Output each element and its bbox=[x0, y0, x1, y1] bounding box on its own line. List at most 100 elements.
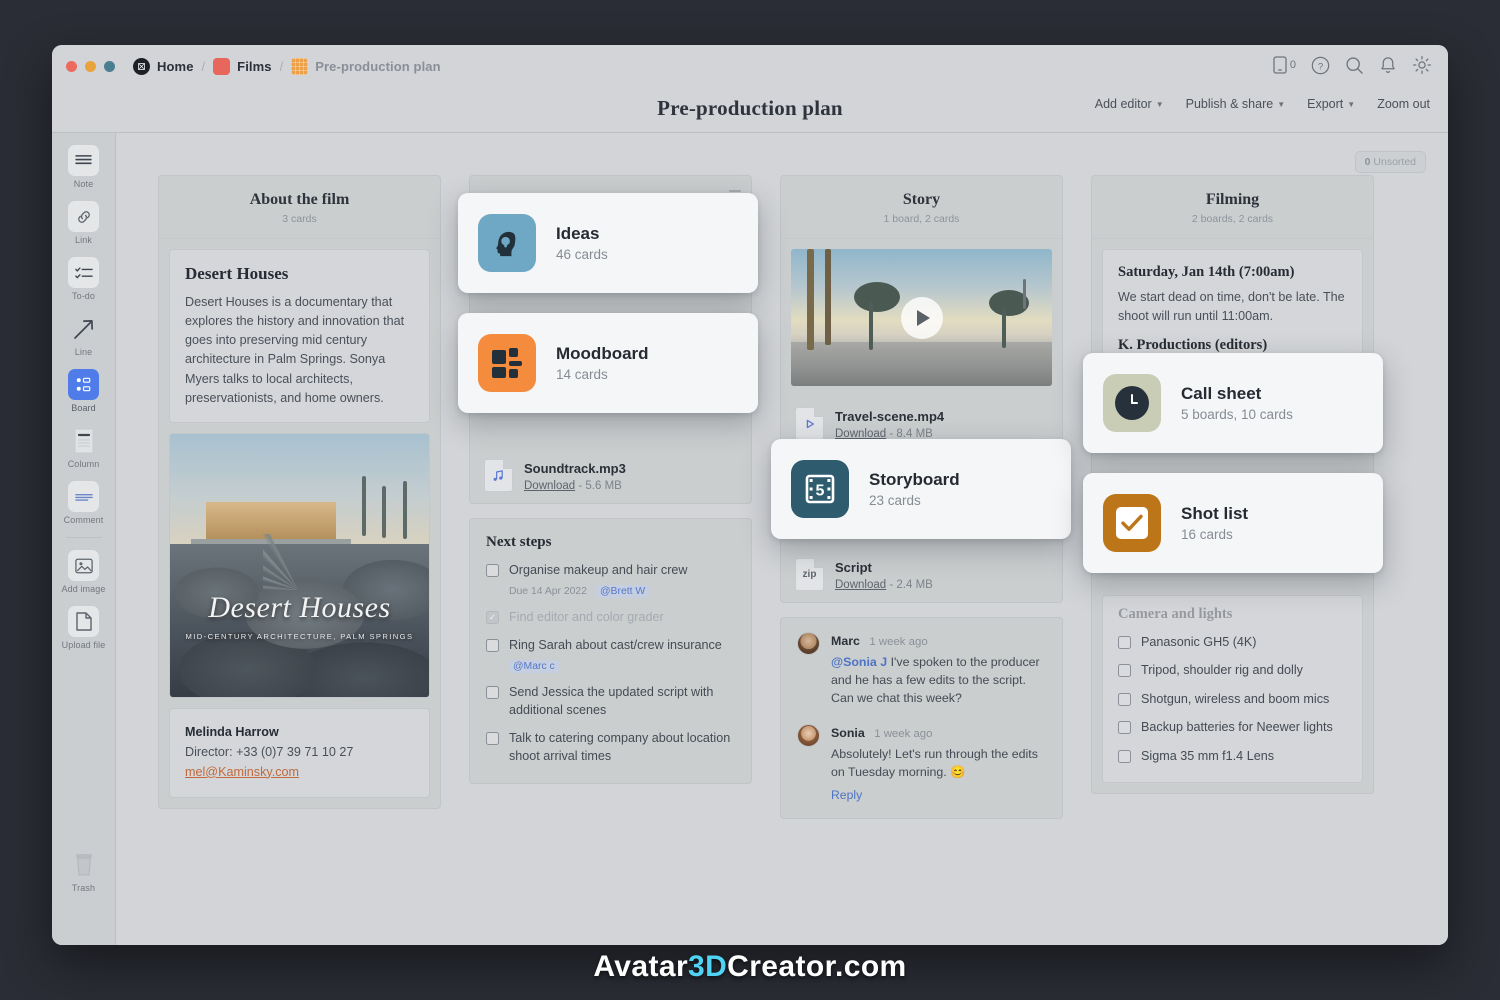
gear-icon[interactable] bbox=[1412, 55, 1432, 75]
avatar bbox=[797, 724, 820, 747]
column-header[interactable]: Filming 2 boards, 2 cards bbox=[1091, 175, 1374, 238]
film-strip-5-icon: 5 bbox=[791, 460, 849, 518]
publish-share-button[interactable]: Publish & share ▼ bbox=[1186, 97, 1285, 111]
tool-link[interactable]: Link bbox=[52, 201, 115, 245]
todo-card-next-steps[interactable]: Next steps Organise makeup and hair crew… bbox=[469, 518, 752, 784]
todo-item[interactable]: Ring Sarah about cast/crew insurance @Ma… bbox=[486, 637, 735, 673]
column-title: Filming bbox=[1102, 191, 1363, 209]
checkbox-unchecked-icon[interactable] bbox=[1118, 636, 1131, 649]
zoom-out-button[interactable]: Zoom out bbox=[1377, 97, 1430, 111]
note-card-desert-houses[interactable]: Desert Houses Desert Houses is a documen… bbox=[169, 249, 430, 423]
export-button[interactable]: Export ▼ bbox=[1307, 97, 1355, 111]
checkbox-unchecked-icon[interactable] bbox=[486, 732, 499, 745]
comment-item[interactable]: Marc 1 week ago @Sonia J I've spoken to … bbox=[797, 632, 1046, 708]
play-button[interactable] bbox=[901, 297, 943, 339]
reply-link[interactable]: Reply bbox=[831, 788, 1046, 802]
unsorted-badge[interactable]: 0 Unsorted bbox=[1355, 151, 1426, 173]
file-card-soundtrack[interactable]: Soundtrack.mp3 Download - 5.6 MB bbox=[470, 448, 751, 503]
checkbox-unchecked-icon[interactable] bbox=[1118, 750, 1131, 763]
breadcrumb-item-plan[interactable]: Pre-production plan bbox=[291, 58, 440, 75]
films-swatch-icon bbox=[213, 58, 230, 75]
video-road bbox=[791, 342, 1052, 386]
todo-text: Send Jessica the updated script with add… bbox=[509, 684, 735, 719]
board-card-shot-list[interactable]: Shot list 16 cards bbox=[1083, 473, 1383, 573]
poster-image-card[interactable]: Desert Houses MID-CENTURY ARCHITECTURE, … bbox=[169, 433, 430, 698]
todo-card-equipment[interactable]: Camera and lights Panasonic GH5 (4K) Tri… bbox=[1102, 595, 1363, 783]
titlebar-icon-group: 0 ? bbox=[1273, 55, 1432, 75]
plan-swatch-icon bbox=[291, 58, 308, 75]
todo-mention[interactable]: @Marc c bbox=[509, 660, 559, 673]
search-icon[interactable] bbox=[1345, 56, 1364, 75]
checkbox-unchecked-icon[interactable] bbox=[486, 564, 499, 577]
poster-palm-trunk bbox=[362, 476, 366, 536]
contact-email-link[interactable]: mel@Kaminsky.com bbox=[185, 763, 414, 783]
todo-item[interactable]: ✓ Find editor and color grader bbox=[486, 609, 735, 627]
todo-text: Find editor and color grader bbox=[509, 609, 664, 627]
checkbox-unchecked-icon[interactable] bbox=[486, 686, 499, 699]
contact-name: Melinda Harrow bbox=[185, 723, 414, 743]
export-label: Export bbox=[1307, 97, 1343, 111]
todo-item[interactable]: Panasonic GH5 (4K) bbox=[1118, 634, 1347, 652]
checkbox-icon bbox=[1103, 494, 1161, 552]
checkbox-unchecked-icon[interactable] bbox=[1118, 721, 1131, 734]
mobile-icon[interactable]: 0 bbox=[1273, 56, 1296, 74]
header-actions: Add editor ▼ Publish & share ▼ Export ▼ … bbox=[1095, 97, 1430, 111]
tool-board[interactable]: Board bbox=[52, 369, 115, 413]
comment-mention[interactable]: @Sonia J bbox=[831, 655, 887, 669]
checkbox-unchecked-icon[interactable] bbox=[486, 639, 499, 652]
poster-script-title: Desert Houses bbox=[170, 591, 429, 625]
checkbox-unchecked-icon[interactable] bbox=[1118, 664, 1131, 677]
comment-item[interactable]: Sonia 1 week ago Absolutely! Let's run t… bbox=[797, 724, 1046, 802]
add-editor-button[interactable]: Add editor ▼ bbox=[1095, 97, 1164, 111]
checkbox-unchecked-icon[interactable] bbox=[1118, 693, 1131, 706]
column-about-the-film[interactable]: About the film 3 cards Desert Houses Des… bbox=[158, 175, 441, 819]
download-link[interactable]: Download bbox=[835, 428, 886, 440]
comment-time: 1 week ago bbox=[874, 728, 932, 740]
board-card-ideas[interactable]: Ideas 46 cards bbox=[458, 193, 758, 293]
note-icon bbox=[68, 145, 99, 176]
tool-note[interactable]: Note bbox=[52, 145, 115, 189]
download-link[interactable]: Download bbox=[835, 579, 886, 591]
tool-line[interactable]: Line bbox=[52, 313, 115, 357]
column-header[interactable]: Story 1 board, 2 cards bbox=[780, 175, 1063, 238]
checkbox-checked-icon[interactable]: ✓ bbox=[486, 611, 499, 624]
file-card-script[interactable]: zip Script Download - 2.4 MB bbox=[781, 547, 1062, 602]
breadcrumb-item-home[interactable]: Home bbox=[133, 58, 194, 75]
tool-upload-file[interactable]: Upload file bbox=[52, 606, 115, 650]
close-window-button[interactable] bbox=[66, 61, 77, 72]
todo-item[interactable]: Talk to catering company about location … bbox=[486, 730, 735, 765]
bell-icon[interactable] bbox=[1379, 56, 1397, 75]
help-icon[interactable]: ? bbox=[1311, 56, 1330, 75]
file-name: Soundtrack.mp3 bbox=[524, 461, 626, 476]
todo-mention[interactable]: @Brett W bbox=[596, 585, 649, 598]
todo-text: Organise makeup and hair crew bbox=[509, 562, 688, 580]
watermark-part3: Creator.com bbox=[727, 950, 906, 983]
tool-add-image[interactable]: Add image bbox=[52, 550, 115, 594]
maximize-window-button[interactable] bbox=[104, 61, 115, 72]
todo-item[interactable]: Shotgun, wireless and boom mics bbox=[1118, 691, 1347, 709]
download-link[interactable]: Download bbox=[524, 480, 575, 492]
board-canvas[interactable]: 0 Unsorted About the film 3 cards Desert… bbox=[116, 133, 1448, 945]
board-card-moodboard[interactable]: Moodboard 14 cards bbox=[458, 313, 758, 413]
tool-column[interactable]: Column bbox=[52, 425, 115, 469]
todo-item[interactable]: Backup batteries for Neewer lights bbox=[1118, 719, 1347, 737]
column-header[interactable]: About the film 3 cards bbox=[158, 175, 441, 238]
tool-todo[interactable]: To-do bbox=[52, 257, 115, 301]
collapse-column-icon[interactable] bbox=[729, 190, 741, 192]
tool-comment[interactable]: Comment bbox=[52, 481, 115, 525]
board-subtitle: 5 boards, 10 cards bbox=[1181, 407, 1293, 422]
column-subtitle: 2 boards, 2 cards bbox=[1102, 213, 1363, 225]
minimize-window-button[interactable] bbox=[85, 61, 96, 72]
board-card-call-sheet[interactable]: Call sheet 5 boards, 10 cards bbox=[1083, 353, 1383, 453]
window-traffic-lights[interactable] bbox=[66, 61, 115, 72]
zip-file-label: zip bbox=[803, 569, 817, 580]
video-thumbnail[interactable] bbox=[791, 249, 1052, 386]
todo-item[interactable]: Send Jessica the updated script with add… bbox=[486, 684, 735, 719]
breadcrumb-item-films[interactable]: Films bbox=[213, 58, 271, 75]
tool-trash[interactable]: Trash bbox=[52, 849, 115, 893]
todo-item[interactable]: Tripod, shoulder rig and dolly bbox=[1118, 662, 1347, 680]
todo-item[interactable]: Organise makeup and hair crew Due 14 Apr… bbox=[486, 562, 735, 598]
contact-card[interactable]: Melinda Harrow Director: +33 (0)7 39 71 … bbox=[169, 708, 430, 798]
board-card-storyboard[interactable]: 5 Storyboard 23 cards bbox=[771, 439, 1071, 539]
todo-item[interactable]: Sigma 35 mm f1.4 Lens bbox=[1118, 748, 1347, 766]
